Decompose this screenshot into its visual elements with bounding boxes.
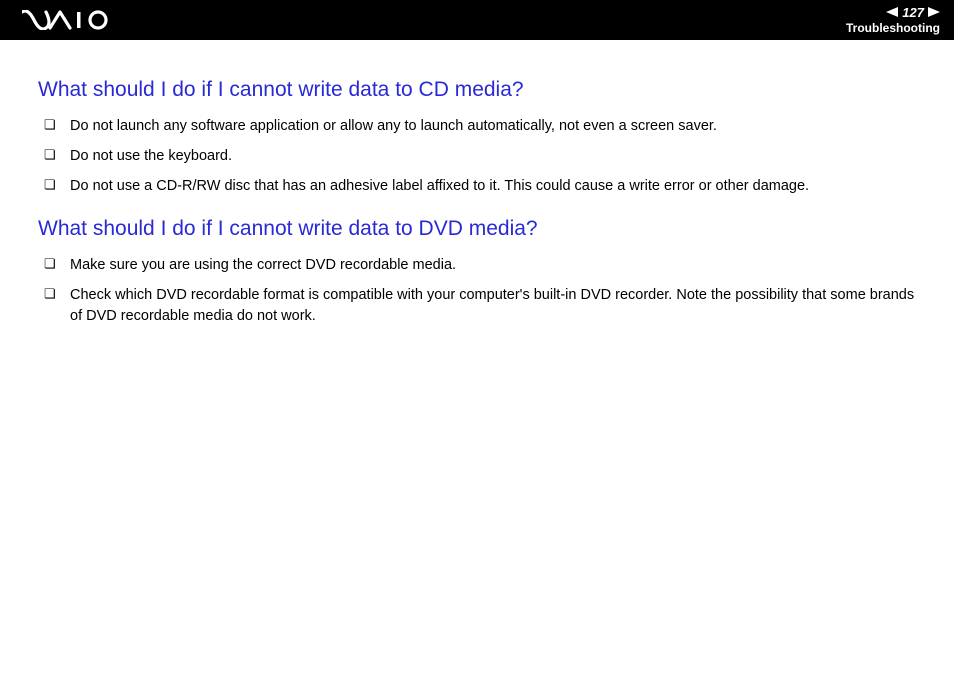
vaio-logo xyxy=(22,10,114,30)
page-number: 127 xyxy=(902,5,924,20)
faq-section: What should I do if I cannot write data … xyxy=(38,78,916,197)
header-right: 127 Troubleshooting xyxy=(846,5,940,35)
faq-list: Do not launch any software application o… xyxy=(38,116,916,197)
page-header: 127 Troubleshooting xyxy=(0,0,954,40)
next-page-arrow-icon[interactable] xyxy=(928,5,940,20)
faq-heading: What should I do if I cannot write data … xyxy=(38,217,916,241)
prev-page-arrow-icon[interactable] xyxy=(886,5,898,20)
faq-list: Make sure you are using the correct DVD … xyxy=(38,255,916,327)
page-nav: 127 xyxy=(846,5,940,20)
list-item: Do not launch any software application o… xyxy=(44,116,916,137)
list-item: Make sure you are using the correct DVD … xyxy=(44,255,916,276)
page-content: What should I do if I cannot write data … xyxy=(0,40,954,327)
faq-heading: What should I do if I cannot write data … xyxy=(38,78,916,102)
list-item: Check which DVD recordable format is com… xyxy=(44,285,916,327)
section-label: Troubleshooting xyxy=(846,21,940,35)
faq-section: What should I do if I cannot write data … xyxy=(38,217,916,327)
list-item: Do not use a CD-R/RW disc that has an ad… xyxy=(44,176,916,197)
list-item: Do not use the keyboard. xyxy=(44,146,916,167)
